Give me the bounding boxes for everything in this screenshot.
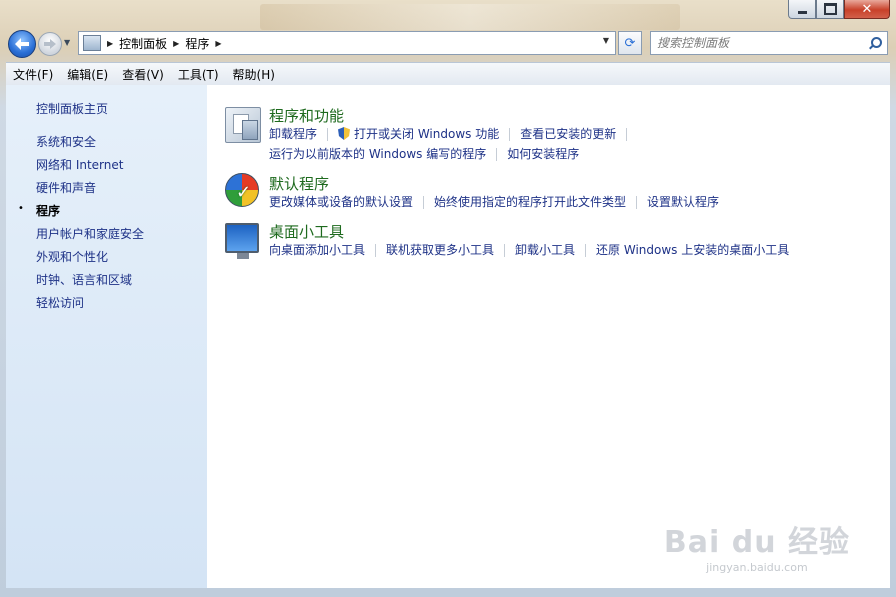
link-set-default-programs[interactable]: 设置默认程序 <box>647 195 719 209</box>
link-installed-updates[interactable]: 查看已安装的更新 <box>520 127 616 141</box>
sidebar-item-network[interactable]: 网络和 Internet <box>36 156 123 173</box>
separator <box>504 244 506 257</box>
chevron-right-icon[interactable]: ▶ <box>215 39 221 48</box>
caption-buttons: ✕ <box>788 0 890 19</box>
link-media-defaults[interactable]: 更改媒体或设备的默认设置 <box>269 195 413 209</box>
category-links: 更改媒体或设备的默认设置 始终使用指定的程序打开此文件类型 设置默认程序 <box>269 193 719 210</box>
sidebar: 控制面板主页 系统和安全 网络和 Internet 硬件和声音 • 程序 用户帐… <box>6 85 207 588</box>
separator <box>423 196 425 209</box>
separator <box>585 244 587 257</box>
recent-pages-dropdown-icon[interactable]: ▼ <box>64 38 70 47</box>
link-restore-gadgets[interactable]: 还原 Windows 上安装的桌面小工具 <box>596 243 789 257</box>
close-button[interactable]: ✕ <box>844 0 890 19</box>
watermark-url: jingyan.baidu.com <box>706 561 808 574</box>
minimize-button[interactable] <box>788 0 816 19</box>
current-item-bullet: • <box>18 203 24 214</box>
sidebar-item-hardware-sound[interactable]: 硬件和声音 <box>36 179 96 196</box>
back-arrow-icon <box>15 38 29 50</box>
refresh-icon: ⟳ <box>624 35 636 51</box>
forward-arrow-icon <box>44 39 56 49</box>
sidebar-item-programs: 程序 <box>36 204 61 218</box>
menu-bar: 文件(F) 编辑(E) 查看(V) 工具(T) 帮助(H) <box>6 62 890 86</box>
title-bar-blur <box>260 4 680 30</box>
menu-file[interactable]: 文件(F) <box>6 66 60 83</box>
category-title[interactable]: 默认程序 <box>269 173 329 194</box>
separator <box>375 244 377 257</box>
watermark-brand: Bai du 经验 <box>663 525 850 560</box>
menu-edit[interactable]: 编辑(E) <box>60 66 115 83</box>
navigation-bar: ▼ ▶ 控制面板 ▶ 程序 ▶ ▼ ⟳ <box>8 30 888 58</box>
separator <box>496 148 498 161</box>
uac-shield-icon <box>338 127 351 140</box>
maximize-button[interactable] <box>816 0 844 19</box>
address-dropdown-icon[interactable]: ▼ <box>603 36 609 45</box>
desktop-gadgets-icon[interactable] <box>225 223 259 259</box>
menu-tools[interactable]: 工具(T) <box>171 66 226 83</box>
default-programs-icon[interactable] <box>225 173 259 207</box>
address-bar[interactable]: ▶ 控制面板 ▶ 程序 ▶ ▼ <box>78 31 616 55</box>
refresh-button[interactable]: ⟳ <box>618 31 642 55</box>
link-compat-programs[interactable]: 运行为以前版本的 Windows 编写的程序 <box>269 147 486 161</box>
chevron-right-icon[interactable]: ▶ <box>173 39 179 48</box>
sidebar-item-appearance[interactable]: 外观和个性化 <box>36 248 108 265</box>
link-windows-features[interactable]: 打开或关闭 Windows 功能 <box>354 127 499 141</box>
programs-icon[interactable] <box>225 107 261 143</box>
link-file-type-association[interactable]: 始终使用指定的程序打开此文件类型 <box>434 195 626 209</box>
search-box[interactable] <box>650 31 888 55</box>
close-icon: ✕ <box>861 1 873 17</box>
link-uninstall-gadget[interactable]: 卸载小工具 <box>515 243 575 257</box>
control-panel-icon <box>83 35 101 51</box>
maximize-icon <box>823 3 837 15</box>
forward-button[interactable] <box>38 32 62 56</box>
category-links: 运行为以前版本的 Windows 编写的程序 如何安装程序 <box>269 145 579 162</box>
sidebar-item-user-accounts[interactable]: 用户帐户和家庭安全 <box>36 225 144 242</box>
baidu-watermark: Bai du 经验 jingyan.baidu.com <box>664 517 850 574</box>
window-frame: ✕ ▼ ▶ 控制面板 ▶ 程序 ▶ ▼ ⟳ 文件(F) 编辑(E) 查看(V) … <box>0 0 896 597</box>
sidebar-item-system-security[interactable]: 系统和安全 <box>36 133 96 150</box>
link-uninstall-program[interactable]: 卸载程序 <box>269 127 317 141</box>
breadcrumb-control-panel[interactable]: 控制面板 <box>119 35 167 52</box>
main-panel: 程序和功能 卸载程序 打开或关闭 Windows 功能 查看已安装的更新 运行为以前… <box>207 85 890 588</box>
sidebar-item-home[interactable]: 控制面板主页 <box>36 100 108 117</box>
menu-view[interactable]: 查看(V) <box>115 66 171 83</box>
content-area: 控制面板主页 系统和安全 网络和 Internet 硬件和声音 • 程序 用户帐… <box>6 85 890 588</box>
search-icon[interactable] <box>869 37 882 49</box>
search-input[interactable] <box>655 35 869 51</box>
minimize-icon <box>797 10 807 14</box>
sidebar-item-clock-language[interactable]: 时钟、语言和区域 <box>36 271 132 288</box>
menu-help[interactable]: 帮助(H) <box>226 66 282 83</box>
breadcrumb-programs[interactable]: 程序 <box>185 35 209 52</box>
separator <box>327 128 329 141</box>
category-title[interactable]: 桌面小工具 <box>269 221 344 242</box>
link-add-gadgets[interactable]: 向桌面添加小工具 <box>269 243 365 257</box>
category-links: 向桌面添加小工具 联机获取更多小工具 卸载小工具 还原 Windows 上安装的桌面小… <box>269 241 789 258</box>
link-get-gadgets-online[interactable]: 联机获取更多小工具 <box>386 243 494 257</box>
link-how-to-install[interactable]: 如何安装程序 <box>507 147 579 161</box>
category-links: 卸载程序 打开或关闭 Windows 功能 查看已安装的更新 <box>269 125 637 142</box>
sidebar-item-ease-of-access[interactable]: 轻松访问 <box>36 294 84 311</box>
separator <box>626 128 628 141</box>
back-button[interactable] <box>8 30 36 58</box>
separator <box>636 196 638 209</box>
separator <box>509 128 511 141</box>
chevron-right-icon[interactable]: ▶ <box>107 39 113 48</box>
category-title[interactable]: 程序和功能 <box>269 105 344 126</box>
